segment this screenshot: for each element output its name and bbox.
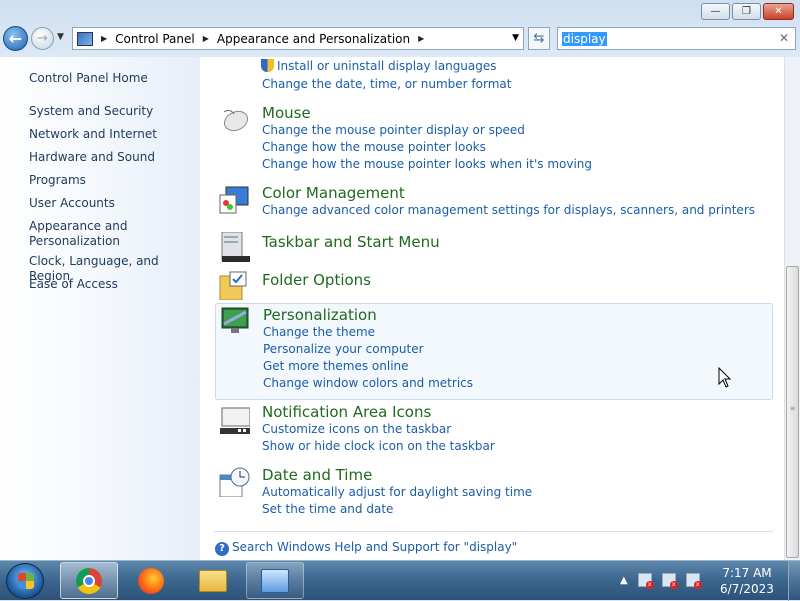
category-date-time: Date and Time Automatically adjust for d… <box>215 465 773 521</box>
category-color-management: Color Management Change advanced color m… <box>215 183 773 221</box>
sidebar-item-system-security[interactable]: System and Security <box>29 104 153 119</box>
breadcrumb-chevron-icon[interactable]: ▶ <box>418 34 424 43</box>
notification-area-link[interactable]: Customize icons on the taskbar <box>262 422 451 436</box>
address-bar[interactable]: ▶ Control Panel ▶ Appearance and Persona… <box>72 27 524 50</box>
category-region-language: Install or uninstall display languages C… <box>215 57 773 95</box>
vertical-scrollbar[interactable]: ≡ <box>784 57 800 560</box>
personalization-icon <box>221 307 249 333</box>
caption-buttons: — ❐ ✕ <box>701 3 794 20</box>
sidebar-item-ease-of-access[interactable]: Ease of Access <box>29 277 118 292</box>
shield-icon <box>261 59 274 72</box>
close-button[interactable]: ✕ <box>763 3 794 20</box>
taskbar-explorer-button[interactable] <box>184 562 242 599</box>
install-languages-link[interactable]: Install or uninstall display languages <box>261 59 497 73</box>
main-content: Install or uninstall display languages C… <box>200 57 784 560</box>
date-time-link[interactable]: Automatically adjust for daylight saving… <box>262 485 532 499</box>
forward-arrow-icon: → <box>37 31 48 46</box>
control-panel-icon <box>77 31 93 46</box>
category-mouse: Mouse Change the mouse pointer display o… <box>215 102 773 174</box>
breadcrumb-control-panel[interactable]: Control Panel <box>115 32 195 46</box>
search-query[interactable]: display <box>562 32 607 46</box>
network-icon[interactable]: x <box>661 573 678 589</box>
back-arrow-icon: ← <box>8 29 23 48</box>
show-hidden-icons-icon[interactable]: ▲ <box>620 575 628 586</box>
address-dropdown-icon[interactable]: ▼ <box>512 33 519 43</box>
scrollbar-thumb[interactable]: ≡ <box>786 266 799 558</box>
sidebar-item-appearance-personalization[interactable]: Appearance and Personalization <box>29 219 139 249</box>
personalization-link[interactable]: Personalize your computer <box>263 342 424 356</box>
date-time-title-link[interactable]: Date and Time <box>262 466 372 484</box>
personalization-link[interactable]: Change window colors and metrics <box>263 376 473 390</box>
taskbar-control-panel-button[interactable] <box>246 562 304 599</box>
taskbar: ▲ x x x 7:17 AM 6/7/2023 <box>0 560 800 601</box>
start-button[interactable] <box>6 563 44 599</box>
show-desktop-button[interactable] <box>788 561 800 601</box>
breadcrumb-chevron-icon[interactable]: ▶ <box>101 34 107 43</box>
folder-options-title-link[interactable]: Folder Options <box>262 271 371 289</box>
sidebar-item-programs[interactable]: Programs <box>29 173 86 188</box>
mouse-link[interactable]: Change the mouse pointer display or spee… <box>262 123 525 137</box>
help-search-link[interactable]: ? Search Windows Help and Support for "di… <box>215 540 517 556</box>
sidebar-item-user-accounts[interactable]: User Accounts <box>29 196 115 211</box>
category-personalization[interactable]: Personalization Change the theme Persona… <box>215 303 773 400</box>
help-icon: ? <box>215 542 229 556</box>
mouse-title-link[interactable]: Mouse <box>262 104 311 122</box>
color-management-title-link[interactable]: Color Management <box>262 184 405 202</box>
mouse-link[interactable]: Change how the mouse pointer looks when … <box>262 157 592 171</box>
system-clock[interactable]: 7:17 AM 6/7/2023 <box>716 565 778 597</box>
firefox-icon <box>138 567 164 594</box>
notification-area-title-link[interactable]: Notification Area Icons <box>262 403 431 421</box>
clock-time: 7:17 AM <box>722 566 772 580</box>
restore-button[interactable]: ❐ <box>732 3 761 20</box>
clock-date: 6/7/2023 <box>720 582 774 596</box>
color-management-icon <box>219 186 249 214</box>
file-explorer-icon <box>199 569 227 592</box>
personalization-title-link[interactable]: Personalization <box>263 306 377 324</box>
refresh-icon: ⇆ <box>533 31 545 46</box>
taskbar-firefox-button[interactable] <box>122 562 180 599</box>
search-input[interactable]: display ✕ <box>557 27 796 50</box>
taskbar-title-link[interactable]: Taskbar and Start Menu <box>262 233 440 251</box>
date-time-link[interactable]: Set the time and date <box>262 502 393 516</box>
category-folder-options: Folder Options <box>215 268 773 304</box>
back-button[interactable]: ← <box>3 26 28 51</box>
personalization-link[interactable]: Change the theme <box>263 325 375 339</box>
notification-area: ▲ x x x <box>620 573 702 589</box>
left-navigation-pane: Control Panel Home System and Security N… <box>0 57 200 560</box>
notification-area-icon <box>220 407 250 434</box>
category-notification-area: Notification Area Icons Customize icons … <box>215 402 773 458</box>
clear-search-icon[interactable]: ✕ <box>779 31 789 45</box>
control-panel-icon <box>261 568 289 593</box>
action-center-icon[interactable]: x <box>637 573 654 589</box>
sidebar-item-hardware-sound[interactable]: Hardware and Sound <box>29 150 155 165</box>
sidebar-item-network-internet[interactable]: Network and Internet <box>29 127 157 142</box>
control-panel-window: — ❐ ✕ ← → ▼ ▶ Control Panel ▶ Appearance… <box>0 0 800 560</box>
mouse-link[interactable]: Change how the mouse pointer looks <box>262 140 486 154</box>
breadcrumb-chevron-icon[interactable]: ▶ <box>203 34 209 43</box>
divider <box>214 531 773 532</box>
change-format-link[interactable]: Change the date, time, or number format <box>262 77 511 91</box>
forward-button[interactable]: → <box>31 27 54 50</box>
volume-icon[interactable]: x <box>685 573 702 589</box>
personalization-link[interactable]: Get more themes online <box>263 359 409 373</box>
breadcrumb-appearance[interactable]: Appearance and Personalization <box>217 32 410 46</box>
category-taskbar: Taskbar and Start Menu <box>215 230 773 266</box>
color-management-link[interactable]: Change advanced color management setting… <box>262 203 755 217</box>
navigation-bar: ← → ▼ ▶ Control Panel ▶ Appearance and P… <box>0 26 800 52</box>
date-time-icon <box>219 467 250 497</box>
mouse-cursor-icon <box>718 367 732 388</box>
recent-pages-dropdown[interactable]: ▼ <box>57 32 64 42</box>
folder-options-icon <box>219 271 247 300</box>
sidebar-item-control-panel-home[interactable]: Control Panel Home <box>29 71 148 86</box>
refresh-button[interactable]: ⇆ <box>528 27 550 50</box>
chrome-icon <box>76 567 102 594</box>
notification-area-link[interactable]: Show or hide clock icon on the taskbar <box>262 439 495 453</box>
taskbar-chrome-button[interactable] <box>60 562 118 599</box>
minimize-button[interactable]: — <box>701 3 730 20</box>
taskbar-icon <box>221 232 250 262</box>
mouse-icon <box>223 109 249 132</box>
